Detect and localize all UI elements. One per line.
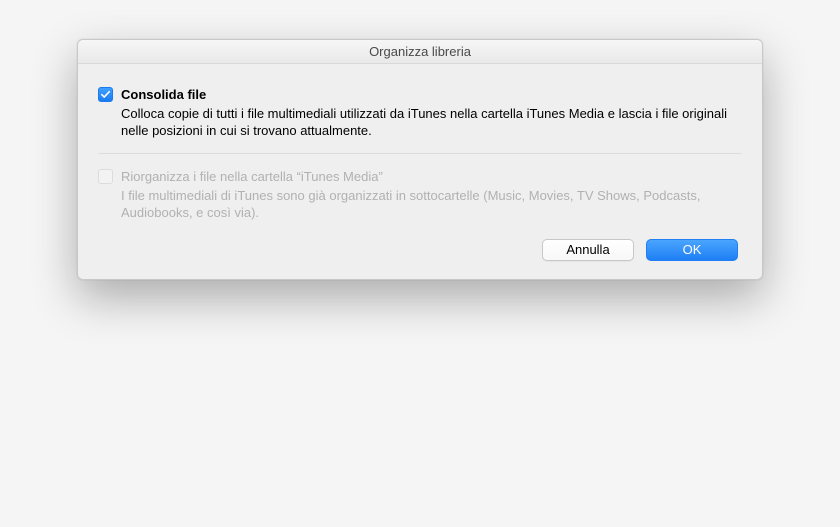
dialog-title: Organizza libreria: [78, 40, 762, 64]
option-divider: [98, 153, 742, 154]
consolidate-files-label: Consolida file: [121, 86, 742, 103]
cancel-button[interactable]: Annulla: [542, 239, 634, 261]
organize-library-dialog: Organizza libreria Consolida file Colloc…: [77, 39, 763, 280]
dialog-button-row: Annulla OK: [98, 231, 742, 265]
consolidate-files-checkbox[interactable]: [98, 87, 113, 102]
reorganize-files-checkbox: [98, 169, 113, 184]
dialog-content: Consolida file Colloca copie di tutti i …: [78, 64, 762, 279]
reorganize-files-label: Riorganizza i file nella cartella “iTune…: [121, 168, 742, 185]
option-consolidate-files: Consolida file Colloca copie di tutti i …: [98, 80, 742, 149]
option-reorganize-files: Riorganizza i file nella cartella “iTune…: [98, 162, 742, 231]
reorganize-files-description: I file multimediali di iTunes sono già o…: [121, 185, 742, 221]
checkmark-icon: [100, 89, 111, 100]
consolidate-files-description: Colloca copie di tutti i file multimedia…: [121, 103, 742, 139]
ok-button[interactable]: OK: [646, 239, 738, 261]
